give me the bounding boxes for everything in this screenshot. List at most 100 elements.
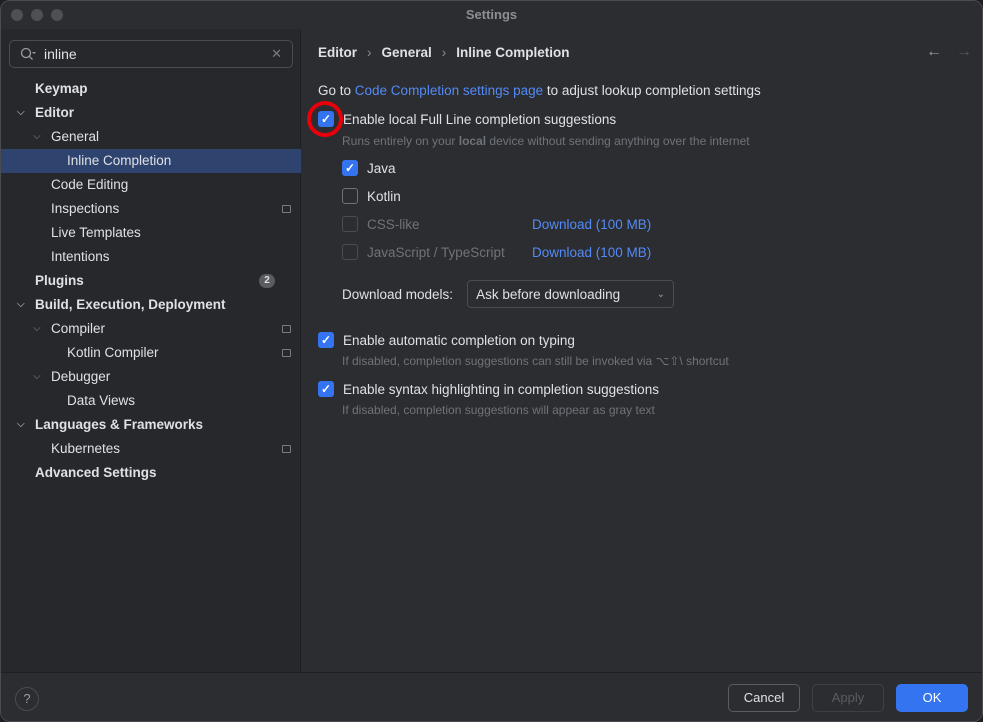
tree-item-label: Inline Completion <box>67 153 172 168</box>
tree-item[interactable]: ⌵ Build, Execution, Deployment <box>1 293 301 317</box>
chevron-down-icon[interactable]: ⌵ <box>17 101 25 125</box>
language-label: CSS-like <box>367 216 420 232</box>
chevron-down-icon[interactable]: ⌵ <box>33 125 41 149</box>
tree-item-label: Intentions <box>51 249 110 264</box>
tree-item[interactable]: Intentions <box>1 245 301 269</box>
tree-item[interactable]: Inline Completion <box>1 149 301 173</box>
tree-item[interactable]: Plugins 2 <box>1 269 301 293</box>
tree-item-label: Editor <box>35 105 74 120</box>
full-line-label: Enable local Full Line completion sugges… <box>343 111 617 127</box>
auto-completion-label: Enable automatic completion on typing <box>343 332 575 348</box>
chevron-down-icon[interactable]: ⌵ <box>17 413 25 437</box>
syntax-highlighting-label: Enable syntax highlighting in completion… <box>343 381 659 397</box>
goto-suffix: to adjust lookup completion settings <box>543 83 761 98</box>
full-line-hint: Runs entirely on your local device witho… <box>342 134 750 148</box>
syntax-highlighting-hint: If disabled, completion suggestions will… <box>342 403 655 417</box>
tree-item-label: Plugins <box>35 273 84 288</box>
tree-item[interactable]: Data Views <box>1 389 301 413</box>
tree-item-label: General <box>51 129 100 144</box>
tree-item[interactable]: ⌵ Compiler <box>1 317 301 341</box>
title-bar: Settings <box>1 1 982 29</box>
full-line-checkbox[interactable]: ✓ Enable local Full Line completion sugg… <box>318 111 616 127</box>
settings-content: Editor › General › Inline Completion ← →… <box>302 29 982 672</box>
breadcrumb-separator: › <box>367 45 372 60</box>
cancel-button[interactable]: Cancel <box>728 684 800 712</box>
tree-item-label: Build, Execution, Deployment <box>35 297 226 312</box>
forward-arrow-icon[interactable]: → <box>956 43 972 61</box>
checkbox-checked-icon[interactable]: ✓ <box>318 332 334 348</box>
apply-button[interactable]: Apply <box>812 684 884 712</box>
settings-tree: Keymap ⌵ Editor ⌵ General Inline Completion Co… <box>1 77 301 485</box>
tree-item-label: Compiler <box>51 321 106 336</box>
tree-item[interactable]: Kubernetes <box>1 437 301 461</box>
breadcrumb: Editor › General › Inline Completion <box>318 45 570 60</box>
checkbox-unchecked-icon[interactable] <box>342 188 358 204</box>
download-models-dropdown[interactable]: Ask before downloading ⌄ <box>467 280 675 308</box>
tree-item[interactable]: ⌵ Languages & Frameworks <box>1 413 301 437</box>
tree-item[interactable]: Kotlin Compiler <box>1 341 301 365</box>
window-title: Settings <box>465 7 518 22</box>
settings-sidebar: inline ✕ Keymap ⌵ Editor ⌵ General Inline Com… <box>1 29 301 672</box>
zoom-window-button[interactable] <box>51 9 63 21</box>
language-checkbox[interactable]: Kotlin <box>342 188 532 204</box>
tree-item[interactable]: ⌵ Editor <box>1 101 301 125</box>
clear-search-icon[interactable]: ✕ <box>271 46 282 62</box>
project-level-icon <box>282 205 291 213</box>
search-input[interactable]: inline ✕ <box>9 40 293 68</box>
tree-item[interactable]: ⌵ General <box>1 125 301 149</box>
syntax-highlighting-checkbox[interactable]: ✓ Enable syntax highlighting in completi… <box>318 381 659 397</box>
checkbox-unchecked-icon[interactable] <box>342 244 358 260</box>
checkbox-checked-icon[interactable]: ✓ <box>318 111 334 127</box>
download-models-row: Download models: Ask before downloading … <box>342 280 675 308</box>
breadcrumb-editor[interactable]: Editor <box>318 45 357 60</box>
minimize-window-button[interactable] <box>31 9 43 21</box>
language-label: Java <box>367 160 396 176</box>
tree-item-label: Code Editing <box>51 177 129 192</box>
chevron-down-icon: ⌄ <box>656 288 666 300</box>
tree-item-label: Keymap <box>35 81 88 96</box>
tree-item-label: Inspections <box>51 201 120 216</box>
breadcrumb-separator: › <box>441 45 447 60</box>
back-arrow-icon[interactable]: ← <box>926 43 942 61</box>
checkbox-checked-icon[interactable]: ✓ <box>342 160 358 176</box>
checkbox-unchecked-icon[interactable] <box>342 216 358 232</box>
project-level-icon <box>282 445 291 453</box>
tree-item[interactable]: Code Editing <box>1 173 301 197</box>
history-nav: ← → <box>926 43 972 61</box>
tree-item[interactable]: Live Templates <box>1 221 301 245</box>
language-checkbox[interactable]: CSS-like Download (100 MB) <box>342 216 651 232</box>
code-completion-settings-link[interactable]: Code Completion settings page <box>355 83 543 98</box>
language-checkbox[interactable]: JavaScript / TypeScript Download (100 MB) <box>342 244 651 260</box>
close-window-button[interactable] <box>11 9 23 21</box>
search-value: inline <box>44 46 77 62</box>
checkbox-checked-icon[interactable]: ✓ <box>318 381 334 397</box>
download-models-label: Download models: <box>342 286 454 302</box>
auto-completion-checkbox[interactable]: ✓ Enable automatic completion on typing <box>318 332 575 348</box>
tree-item-label: Debugger <box>51 369 111 384</box>
auto-completion-hint: If disabled, completion suggestions can … <box>342 354 729 368</box>
tree-item-label: Data Views <box>67 393 136 408</box>
help-button[interactable]: ? <box>15 687 39 711</box>
project-level-icon <box>282 325 291 333</box>
tree-item-label: Kubernetes <box>51 441 121 456</box>
chevron-down-icon[interactable]: ⌵ <box>33 365 41 389</box>
download-link[interactable]: Download (100 MB) <box>532 217 651 232</box>
breadcrumb-inline-completion: Inline Completion <box>456 45 570 60</box>
tree-item-label: Languages & Frameworks <box>35 417 204 432</box>
window-controls <box>11 9 63 21</box>
tree-item[interactable]: ⌵ Debugger <box>1 365 301 389</box>
search-icon <box>20 47 36 60</box>
settings-window: Settings inline ✕ Keymap ⌵ Editor ⌵ General I… <box>0 0 983 722</box>
goto-prefix: Go to <box>318 83 355 98</box>
tree-item[interactable]: Advanced Settings <box>1 461 301 485</box>
chevron-down-icon[interactable]: ⌵ <box>33 317 41 341</box>
tree-item[interactable]: Inspections <box>1 197 301 221</box>
chevron-down-icon[interactable]: ⌵ <box>17 293 25 317</box>
tree-item[interactable]: Keymap <box>1 77 301 101</box>
ok-button[interactable]: OK <box>896 684 968 712</box>
language-checkbox[interactable]: ✓ Java <box>342 160 532 176</box>
tree-item-label: Advanced Settings <box>35 465 157 480</box>
update-count-badge: 2 <box>259 274 275 288</box>
breadcrumb-general[interactable]: General <box>382 45 432 60</box>
download-link[interactable]: Download (100 MB) <box>532 245 651 260</box>
